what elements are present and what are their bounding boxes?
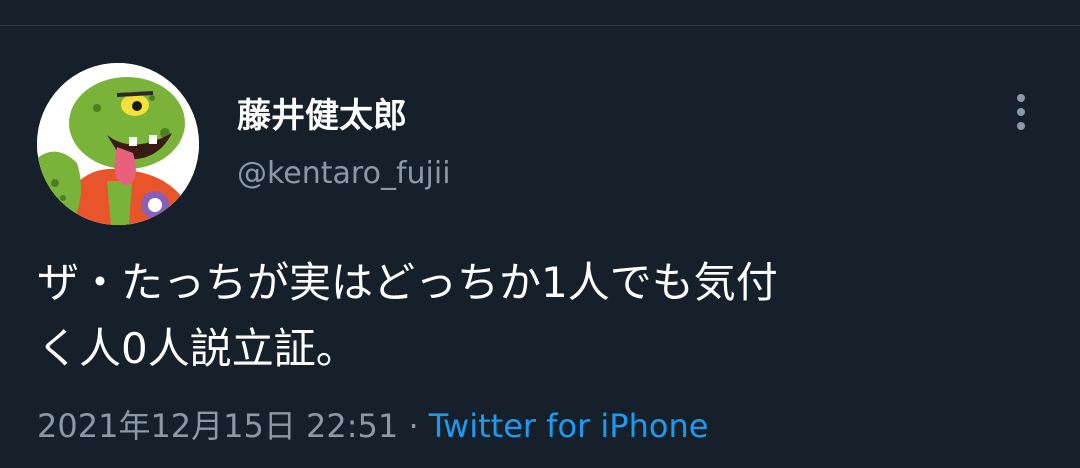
divider xyxy=(0,25,1080,26)
tweet-text: ザ・たっちが実はどっちか1人でも気付 く人0人説立証。 xyxy=(37,250,1047,382)
tweet-text-line-1: ザ・たっちが実はどっちか1人でも気付 xyxy=(37,258,778,307)
tweet-source-link[interactable]: Twitter for iPhone xyxy=(429,407,709,445)
author-handle[interactable]: @kentaro_fujii xyxy=(237,154,451,194)
tweet-detail: 藤井健太郎 @kentaro_fujii ザ・たっちが実はどっちか1人でも気付く… xyxy=(0,0,1080,468)
ogre-avatar-icon xyxy=(37,63,199,225)
author-display-name[interactable]: 藤井健太郎 xyxy=(237,94,407,138)
tweet-timestamp[interactable]: 2021年12月15日 22:51 xyxy=(37,407,398,445)
more-vertical-icon xyxy=(1017,94,1025,130)
tweet-text-line-2: く人0人説立証。 xyxy=(37,324,358,373)
more-options-button[interactable] xyxy=(1003,90,1039,134)
meta-separator: · xyxy=(408,407,419,445)
avatar[interactable] xyxy=(37,63,199,225)
tweet-meta: 2021年12月15日 22:51 · Twitter for iPhone xyxy=(37,404,708,448)
